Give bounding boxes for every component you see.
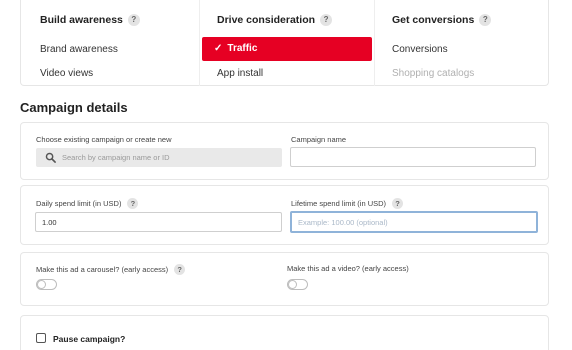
video-label: Make this ad a video? (early access) [287, 264, 409, 273]
lifetime-spend-input[interactable] [290, 211, 538, 233]
pause-campaign-label: Pause campaign? [53, 334, 126, 344]
toggle-knob [37, 280, 46, 289]
daily-spend-input[interactable] [35, 212, 282, 232]
objective-column-awareness: Build awareness? Brand awareness Video v… [21, 0, 199, 86]
objective-conversions[interactable]: Conversions [392, 44, 448, 55]
search-icon [45, 152, 56, 163]
check-icon: ✓ [214, 43, 223, 54]
campaign-name-label: Campaign name [291, 135, 347, 144]
objective-brand-awareness[interactable]: Brand awareness [40, 44, 118, 55]
section-title-campaign-details: Campaign details [20, 100, 128, 115]
ad-format-card: Make this ad a carousel? (early access)?… [20, 252, 549, 306]
campaign-search-box[interactable] [36, 148, 282, 167]
spend-limits-card: Daily spend limit (in USD)? Lifetime spe… [20, 185, 549, 245]
objective-heading-awareness: Build awareness? [40, 14, 140, 26]
help-icon[interactable]: ? [127, 198, 139, 209]
campaign-name-input[interactable] [290, 147, 536, 167]
pause-campaign-checkbox[interactable] [36, 333, 46, 343]
pause-campaign-row[interactable]: Pause campaign? [36, 329, 125, 347]
objective-selector: Build awareness? Brand awareness Video v… [20, 0, 549, 86]
objective-heading-consideration: Drive consideration? [217, 14, 333, 26]
lifetime-spend-label: Lifetime spend limit (in USD)? [291, 198, 404, 209]
campaign-select-card: Choose existing campaign or create new C… [20, 122, 549, 180]
objective-video-views[interactable]: Video views [40, 68, 93, 79]
objective-column-consideration: Drive consideration? ✓ Traffic App instal… [199, 0, 375, 86]
existing-campaign-label: Choose existing campaign or create new [36, 135, 172, 144]
help-icon[interactable]: ? [174, 264, 186, 275]
objective-column-conversions: Get conversions? Conversions Shopping ca… [375, 0, 550, 86]
help-icon[interactable]: ? [392, 198, 404, 209]
daily-spend-label: Daily spend limit (in USD)? [36, 198, 139, 209]
objective-app-install[interactable]: App install [217, 68, 263, 79]
help-icon[interactable]: ? [320, 14, 333, 26]
help-icon[interactable]: ? [479, 14, 492, 26]
campaign-search-input[interactable] [62, 150, 276, 165]
video-toggle[interactable] [287, 279, 308, 290]
objective-traffic[interactable]: ✓ Traffic [202, 37, 372, 61]
objective-shopping-catalogs: Shopping catalogs [392, 68, 475, 79]
objective-heading-conversions: Get conversions? [392, 14, 492, 26]
toggle-knob [288, 280, 297, 289]
carousel-label: Make this ad a carousel? (early access)? [36, 264, 186, 275]
carousel-toggle[interactable] [36, 279, 57, 290]
help-icon[interactable]: ? [127, 14, 140, 26]
pause-card: Pause campaign? [20, 315, 549, 350]
